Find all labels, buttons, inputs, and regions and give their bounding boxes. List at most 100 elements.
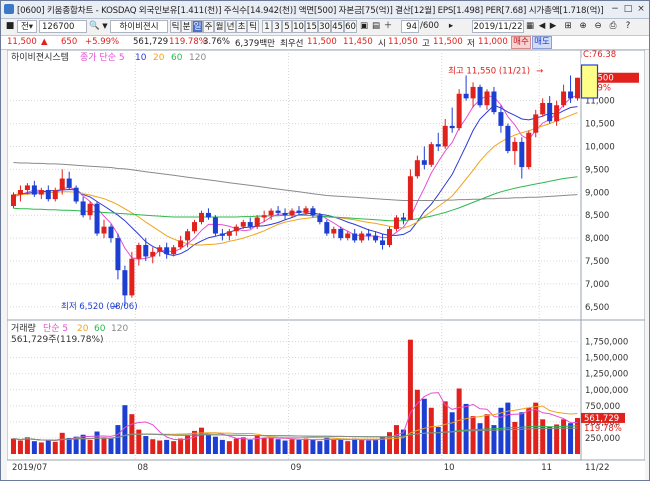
legend-stock-name: 하이비젼시스템 (11, 51, 69, 63)
volume-bar (101, 437, 107, 454)
volume-bar (463, 403, 469, 454)
sell-button[interactable]: 매도 (532, 36, 552, 49)
candle-body (38, 190, 44, 195)
stock-code-input[interactable]: 126700 (39, 20, 87, 33)
volume-bar (261, 437, 267, 454)
legend-ma-60: 60 (171, 53, 183, 63)
candle-body (17, 190, 23, 195)
chart-area[interactable]: 11,000 10,500 10,000 9,500 9,000 8,500 8,000 7,… (6, 49, 646, 480)
period-tick[interactable]: 틱 (170, 20, 181, 33)
volume-bar (442, 401, 448, 454)
candle-body (310, 208, 316, 216)
buy-button[interactable]: 매수 (511, 36, 531, 49)
x-tick-label: 11 (541, 463, 552, 473)
price-tick-label: 9,000 (585, 188, 609, 198)
candle-body (338, 228, 344, 239)
up-arrow-icon: ▲ (41, 37, 48, 47)
app-icon (4, 4, 14, 14)
volume-tick-label: 1,750,000 (585, 338, 628, 348)
volume-value-label: 561,729주(119.78%) (11, 334, 104, 345)
volume-bar (157, 440, 163, 454)
settings-icon[interactable]: ▣ (359, 20, 369, 33)
toolbar: ■ 전▾ 126700 🔍 ▼ 하이비젼시 틱 분 일 주 월 년 초 틱 1 … (1, 19, 649, 36)
candle-body (345, 233, 351, 239)
volume-bar (171, 441, 177, 454)
search-icon[interactable]: 🔍 (89, 20, 100, 33)
interval-3[interactable]: 3 (272, 20, 282, 33)
volume-tick-label: 750,000 (585, 402, 620, 412)
candle-body (331, 228, 337, 234)
volume-bar (87, 439, 93, 454)
candle-body (136, 244, 142, 259)
candle-body (498, 112, 504, 126)
interval-15[interactable]: 15 (305, 20, 318, 33)
legend-volume-ma-20: 20 (77, 324, 89, 334)
candle-body (171, 247, 177, 255)
page-input[interactable]: 94 (401, 20, 419, 33)
candle-body (73, 187, 79, 202)
maximize-button[interactable]: □ (622, 3, 634, 15)
candle-body (386, 228, 393, 245)
interval-5[interactable]: 5 (282, 20, 292, 33)
period-year[interactable]: 년 (225, 20, 236, 33)
candle-body (428, 144, 434, 165)
chart-canvas[interactable]: 11,00010,50010,0009,5009,0008,5008,0007,… (6, 49, 646, 480)
interval-30[interactable]: 30 (318, 20, 331, 33)
date-input[interactable]: 2019/11/22 (472, 20, 524, 33)
print-icon[interactable]: ⎙ (607, 20, 619, 33)
calendar-toggle-icon[interactable]: ▸ (446, 20, 456, 33)
volume-bar (192, 430, 198, 454)
next-icon[interactable]: ▶ (548, 20, 558, 33)
candle-body (421, 160, 427, 165)
zoom-out-icon[interactable]: ⊖ (592, 20, 604, 33)
prev-icon[interactable]: ◀ (537, 20, 547, 33)
candle-body (205, 212, 211, 218)
candle-body (226, 231, 232, 236)
volume-bar (470, 416, 476, 454)
minimize-button[interactable]: − (609, 3, 621, 15)
zoom-in-icon[interactable]: ⊕ (577, 20, 589, 33)
close-button[interactable]: × (635, 3, 647, 15)
volume-bar (519, 412, 525, 454)
grid-icon[interactable]: ⊞ (562, 20, 574, 33)
interval-1[interactable]: 1 (262, 20, 272, 33)
help-icon[interactable]: ? (622, 20, 634, 33)
candle-body (352, 233, 358, 241)
candle-body (463, 93, 469, 99)
legend-volume-ma-5: 단순 5 (43, 323, 68, 334)
candle-body (233, 226, 239, 232)
open-label: 시 (378, 39, 386, 49)
interval-10[interactable]: 10 (292, 20, 305, 33)
candle-body (150, 251, 156, 257)
candle-body (477, 86, 483, 106)
volume-bar (24, 437, 30, 454)
high-label: 고 (422, 39, 430, 49)
market-select[interactable]: 전▾ (17, 20, 37, 33)
volume-bar (477, 423, 483, 454)
period-day[interactable]: 일 (192, 20, 203, 33)
high-price: 11,500 (433, 37, 463, 47)
interval-60[interactable]: 60 (344, 20, 357, 33)
period-month[interactable]: 월 (214, 20, 225, 33)
add-indicator-icon[interactable]: ＋ (383, 20, 393, 33)
volume-bar (331, 439, 337, 454)
history-icon[interactable]: ▼ (101, 20, 109, 33)
legend-volume-ma-120: 120 (111, 324, 128, 334)
lock-icon[interactable]: ■ (5, 20, 15, 33)
interval-45[interactable]: 45 (331, 20, 344, 33)
candle-body (568, 91, 574, 99)
calendar-icon[interactable]: ▦ (525, 20, 535, 33)
period-minute[interactable]: 분 (181, 20, 192, 33)
volume-bar (338, 439, 344, 454)
volume-tag: 561,729 (584, 414, 619, 424)
candle-body (261, 215, 267, 218)
stock-name-field[interactable]: 하이비젼시 (110, 20, 168, 33)
volume-tick-label: 1,500,000 (585, 354, 628, 364)
period-second[interactable]: 초 (236, 20, 247, 33)
period-week[interactable]: 주 (203, 20, 214, 33)
volume-bar (108, 438, 114, 454)
volume-bar (449, 412, 455, 454)
period-tick-2[interactable]: 틱 (247, 20, 259, 33)
candle-body (373, 235, 379, 241)
chart-type-icon[interactable]: ▤ (371, 20, 381, 33)
